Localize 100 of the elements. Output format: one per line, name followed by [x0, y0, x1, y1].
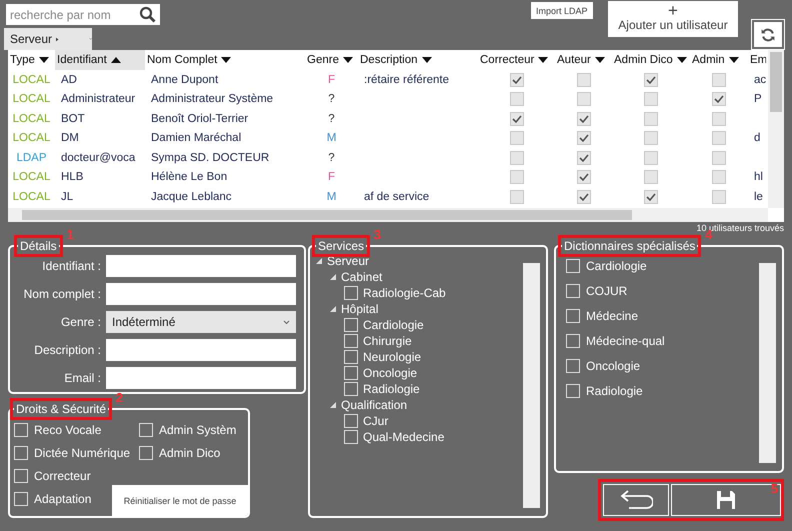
- column-header[interactable]: Admin: [690, 50, 748, 70]
- expand-icon[interactable]: [316, 258, 322, 264]
- gender-dropdown[interactable]: Indéterminé: [106, 311, 296, 333]
- checkbox[interactable]: [510, 72, 524, 87]
- reset-password-button[interactable]: Réinitialiser le mot de passe: [112, 485, 248, 516]
- checkbox[interactable]: [510, 190, 524, 204]
- vertical-scrollbar[interactable]: [768, 50, 784, 208]
- checkbox[interactable]: [510, 92, 524, 106]
- checkbox[interactable]: [576, 170, 590, 184]
- checkbox[interactable]: [344, 366, 358, 380]
- expand-icon[interactable]: [330, 306, 336, 312]
- column-header[interactable]: Identifiant: [55, 50, 145, 70]
- vertical-scrollbar[interactable]: [523, 263, 540, 508]
- checkbox[interactable]: [566, 384, 580, 398]
- checkbox[interactable]: [712, 92, 726, 106]
- column-header[interactable]: Auteur: [555, 50, 612, 70]
- checkbox[interactable]: [576, 112, 590, 126]
- vertical-scrollbar[interactable]: [759, 263, 776, 463]
- horizontal-scrollbar[interactable]: [8, 208, 768, 222]
- checkbox[interactable]: [644, 112, 658, 126]
- checkbox[interactable]: [712, 72, 726, 87]
- checkbox[interactable]: [712, 190, 726, 204]
- input-field[interactable]: [106, 283, 296, 305]
- checkbox-option[interactable]: Médecine-qual: [562, 328, 665, 353]
- tree-checkbox-item[interactable]: Chirurgie: [330, 333, 412, 349]
- checkbox[interactable]: [644, 131, 658, 146]
- checkbox[interactable]: [644, 92, 658, 106]
- checkbox[interactable]: [14, 492, 28, 506]
- tree-checkbox-item[interactable]: Oncologie: [330, 365, 418, 381]
- tree-checkbox-item[interactable]: Neurologie: [330, 349, 422, 365]
- checkbox[interactable]: [644, 72, 658, 87]
- checkbox-option[interactable]: Médecine: [562, 303, 638, 328]
- checkbox[interactable]: [576, 190, 590, 204]
- checkbox[interactable]: [510, 170, 524, 184]
- checkbox[interactable]: [644, 190, 658, 204]
- save-button[interactable]: [671, 484, 781, 516]
- input-field[interactable]: [106, 255, 296, 277]
- checkbox-option[interactable]: Dictée Numérique: [14, 441, 130, 464]
- column-header[interactable]: Description: [358, 50, 478, 70]
- checkbox[interactable]: [139, 446, 153, 460]
- checkbox[interactable]: [712, 170, 726, 184]
- checkbox[interactable]: [344, 414, 358, 428]
- column-header[interactable]: Admin Dico: [612, 50, 690, 70]
- checkbox-option[interactable]: Correcteur: [14, 464, 91, 487]
- tree-item[interactable]: Cabinet: [341, 270, 382, 284]
- tree-checkbox-item[interactable]: Radiologie: [330, 381, 420, 397]
- checkbox[interactable]: [644, 150, 658, 165]
- checkbox[interactable]: [344, 430, 358, 444]
- tree-item[interactable]: Serveur: [327, 254, 370, 268]
- breadcrumb[interactable]: Serveur: [4, 28, 92, 50]
- input-field[interactable]: [106, 367, 296, 389]
- checkbox[interactable]: [139, 422, 153, 436]
- checkbox[interactable]: [14, 468, 28, 482]
- checkbox[interactable]: [510, 131, 524, 146]
- column-header[interactable]: Correcteur: [478, 50, 555, 70]
- checkbox-option[interactable]: Oncologie: [562, 353, 640, 378]
- search-field[interactable]: recherche par nom: [6, 4, 160, 25]
- import-ldap-button[interactable]: Import LDAP: [531, 2, 593, 19]
- checkbox[interactable]: [510, 150, 524, 165]
- tree-checkbox-item[interactable]: Radiologie-Cab: [330, 285, 446, 301]
- back-button[interactable]: [603, 484, 669, 516]
- checkbox[interactable]: [566, 358, 580, 372]
- checkbox[interactable]: [566, 284, 580, 298]
- checkbox-option[interactable]: Adaptation: [14, 487, 92, 510]
- checkbox[interactable]: [576, 150, 590, 165]
- checkbox[interactable]: [344, 286, 358, 300]
- checkbox[interactable]: [712, 131, 726, 146]
- expand-icon[interactable]: [330, 274, 336, 280]
- expand-icon[interactable]: [330, 402, 336, 408]
- checkbox[interactable]: [14, 422, 28, 436]
- tree-checkbox-item[interactable]: CJur: [330, 413, 388, 429]
- checkbox[interactable]: [644, 170, 658, 184]
- tree-checkbox-item[interactable]: Qual-Medecine: [330, 429, 444, 445]
- checkbox-option[interactable]: Admin Systèm: [139, 418, 236, 441]
- checkbox[interactable]: [344, 334, 358, 348]
- checkbox-option[interactable]: Cardiologie: [562, 253, 647, 278]
- column-header[interactable]: Type: [8, 50, 55, 70]
- checkbox[interactable]: [566, 258, 580, 272]
- tree-item[interactable]: Qualification: [341, 398, 408, 412]
- checkbox[interactable]: [712, 112, 726, 126]
- checkbox[interactable]: [576, 131, 590, 146]
- refresh-icon[interactable]: [752, 20, 784, 49]
- checkbox[interactable]: [566, 334, 580, 348]
- add-user-button[interactable]: + Ajouter un utilisateur: [608, 1, 738, 37]
- checkbox[interactable]: [344, 382, 358, 396]
- checkbox[interactable]: [344, 318, 358, 332]
- checkbox[interactable]: [566, 308, 580, 322]
- checkbox[interactable]: [712, 150, 726, 165]
- tree-item[interactable]: Hôpital: [341, 302, 378, 316]
- checkbox-option[interactable]: Radiologie: [562, 378, 643, 403]
- checkbox[interactable]: [344, 350, 358, 364]
- checkbox[interactable]: [14, 446, 28, 460]
- checkbox-option[interactable]: COJUR: [562, 278, 628, 303]
- checkbox-option[interactable]: Admin Dico: [139, 441, 220, 464]
- checkbox[interactable]: [576, 92, 590, 106]
- column-header[interactable]: Nom Complet: [145, 50, 305, 70]
- checkbox[interactable]: [576, 72, 590, 87]
- column-header[interactable]: Genre: [305, 50, 358, 70]
- tree-checkbox-item[interactable]: Cardiologie: [330, 317, 424, 333]
- checkbox-option[interactable]: Reco Vocale: [14, 418, 102, 441]
